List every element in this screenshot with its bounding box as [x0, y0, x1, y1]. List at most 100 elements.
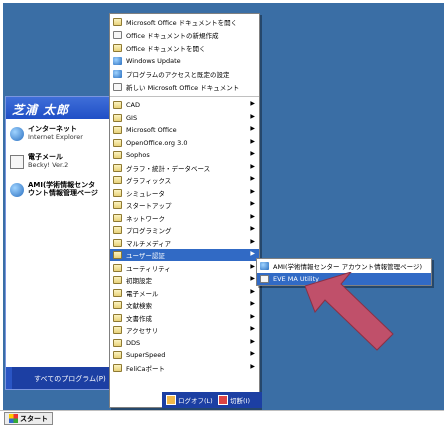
bottom-actions-bar: ログオフ(L) 切断(I) — [162, 392, 262, 408]
menu-folder-literature-search[interactable]: 文献検索 ▶ — [110, 299, 259, 311]
submenu-arrow-icon: ▶ — [250, 100, 255, 107]
menu-item-label: 初期設定 — [126, 277, 152, 285]
menu-folder-microsoft-office[interactable]: Microsoft Office ▶ — [110, 124, 259, 136]
menu-item-label: ユーティリティ — [126, 264, 171, 273]
menu-item-label: 文献検索 — [126, 302, 152, 310]
folder-icon — [113, 188, 122, 197]
folder-icon — [113, 276, 122, 284]
submenu-arrow-icon: ▶ — [250, 187, 255, 195]
submenu-arrow-icon: ▶ — [250, 225, 255, 232]
folder-icon — [113, 126, 122, 134]
menu-folder-user-auth[interactable]: ユーザー認証 ▶ — [110, 249, 259, 261]
submenu-arrow-icon: ▶ — [250, 300, 255, 307]
menu-item-label: プログラムのアクセスと既定の設定 — [126, 71, 230, 79]
menu-folder-utility[interactable]: ユーティリティ ▶ — [110, 262, 259, 274]
menu-item-windows-update[interactable]: Windows Update — [110, 55, 259, 67]
folder-icon — [113, 338, 122, 347]
folder-icon — [113, 363, 122, 372]
submenu-arrow-icon: ▶ — [250, 237, 255, 245]
folder-icon — [113, 351, 122, 359]
folder-icon — [113, 163, 122, 172]
folder-icon — [113, 313, 122, 322]
menu-item-program-defaults[interactable]: プログラムのアクセスと既定の設定 — [110, 68, 259, 80]
menu-folder-email[interactable]: 電子メール ▶ — [110, 287, 259, 299]
pinned-item-title: AMI(学術情報センタ — [28, 181, 96, 189]
menu-folder-superspeed[interactable]: SuperSpeed ▶ — [110, 349, 259, 361]
email-icon — [10, 155, 24, 169]
menu-item-new-office-document[interactable]: Office ドキュメントの新規作成 — [110, 29, 259, 41]
submenu-arrow-icon: ▶ — [250, 325, 255, 332]
menu-folder-accessories[interactable]: アクセサリ ▶ — [110, 324, 259, 336]
all-programs-label: すべてのプログラム(P) — [34, 375, 106, 383]
menu-item-label: DDS — [126, 338, 141, 347]
menu-folder-gis[interactable]: GIS ▶ — [110, 112, 259, 124]
menu-folder-graph-stats-db[interactable]: グラフ・統計・データベース ▶ — [110, 162, 259, 174]
menu-item-label: GIS — [126, 113, 138, 122]
menu-item-label: スタートアップ — [126, 202, 172, 210]
menu-item-label: 新しい Microsoft Office ドキュメント — [126, 84, 240, 92]
program-defaults-icon — [113, 70, 122, 78]
internet-explorer-icon — [10, 183, 24, 197]
folder-icon — [113, 113, 122, 122]
menu-item-label: CAD — [126, 101, 140, 109]
folder-icon — [113, 251, 122, 259]
windows-update-icon — [113, 57, 122, 65]
folder-open-icon — [113, 44, 122, 52]
menu-item-label: マルチメディア — [126, 239, 172, 248]
folder-icon — [113, 263, 122, 272]
menu-folder-openoffice[interactable]: OpenOffice.org 3.0 ▶ — [110, 137, 259, 149]
document-new-icon — [113, 31, 122, 39]
submenu-arrow-icon: ▶ — [250, 125, 255, 132]
start-button[interactable]: スタート — [4, 412, 53, 425]
menu-folder-dds[interactable]: DDS ▶ — [110, 337, 259, 349]
menu-item-label: OpenOffice.org 3.0 — [126, 138, 188, 147]
menu-folder-cad[interactable]: CAD ▶ — [110, 99, 259, 111]
submenu-arrow-icon: ▶ — [250, 200, 255, 207]
menu-item-label: Windows Update — [126, 57, 181, 65]
folder-icon — [113, 101, 122, 109]
menu-item-label: SuperSpeed — [126, 351, 166, 359]
menu-item-label: プログラミング — [126, 227, 172, 235]
menu-folder-initial-settings[interactable]: 初期設定 ▶ — [110, 274, 259, 286]
submenu-arrow-icon: ▶ — [250, 275, 255, 282]
folder-icon — [113, 326, 122, 334]
menu-item-label: グラフ・統計・データベース — [126, 164, 211, 173]
frame-left — [0, 0, 3, 410]
internet-explorer-icon — [260, 262, 269, 270]
menu-folder-programming[interactable]: プログラミング ▶ — [110, 224, 259, 236]
menu-folder-multimedia[interactable]: マルチメディア ▶ — [110, 237, 259, 249]
menu-item-open-office-document[interactable]: Microsoft Office ドキュメントを開く — [110, 16, 259, 28]
internet-explorer-icon — [10, 127, 24, 141]
menu-folder-graphics[interactable]: グラフィックス ▶ — [110, 174, 259, 186]
menu-item-label: 文書作成 — [126, 314, 152, 323]
menu-item-label: Office ドキュメントの新規作成 — [126, 32, 219, 40]
folder-icon — [113, 301, 122, 309]
windows-logo-icon — [9, 414, 18, 423]
menu-folder-network[interactable]: ネットワーク ▶ — [110, 212, 259, 224]
menu-folder-document-creation[interactable]: 文書作成 ▶ — [110, 312, 259, 324]
submenu-arrow-icon: ▶ — [250, 175, 255, 182]
annotation-arrow-icon — [305, 272, 394, 351]
menu-folder-felica-port[interactable]: FeliCaポート ▶ — [110, 362, 259, 374]
menu-item-new-ms-office-document[interactable]: 新しい Microsoft Office ドキュメント — [110, 81, 259, 93]
frame-top — [0, 0, 444, 3]
menu-item-open-document[interactable]: Office ドキュメントを開く — [110, 42, 259, 54]
pinned-item-subtitle: Internet Explorer — [28, 133, 83, 141]
menu-folder-sophos[interactable]: Sophos ▶ — [110, 149, 259, 161]
submenu-arrow-icon: ▶ — [250, 287, 255, 295]
shutdown-button[interactable]: 切断(I) — [218, 394, 250, 406]
programs-menu: Microsoft Office ドキュメントを開く Office ドキュメント… — [109, 13, 260, 408]
menu-item-label: ネットワーク — [126, 214, 165, 223]
submenu-arrow-icon: ▶ — [250, 150, 255, 157]
folder-icon — [113, 226, 122, 234]
menu-item-label: グラフィックス — [126, 177, 172, 185]
menu-item-label: シミュレータ — [126, 189, 165, 198]
menu-item-label: Microsoft Office — [126, 126, 177, 134]
logoff-button[interactable]: ログオフ(L) — [166, 394, 213, 406]
menu-item-label: FeliCaポート — [126, 364, 166, 373]
menu-folder-simulator[interactable]: シミュレータ ▶ — [110, 187, 259, 199]
menu-folder-startup[interactable]: スタートアップ ▶ — [110, 199, 259, 211]
start-label: スタート — [20, 414, 48, 423]
menu-separator — [110, 96, 259, 97]
menu-item-ami[interactable]: AMI(学術情報センター アカウント情報管理ページ) — [257, 260, 431, 272]
